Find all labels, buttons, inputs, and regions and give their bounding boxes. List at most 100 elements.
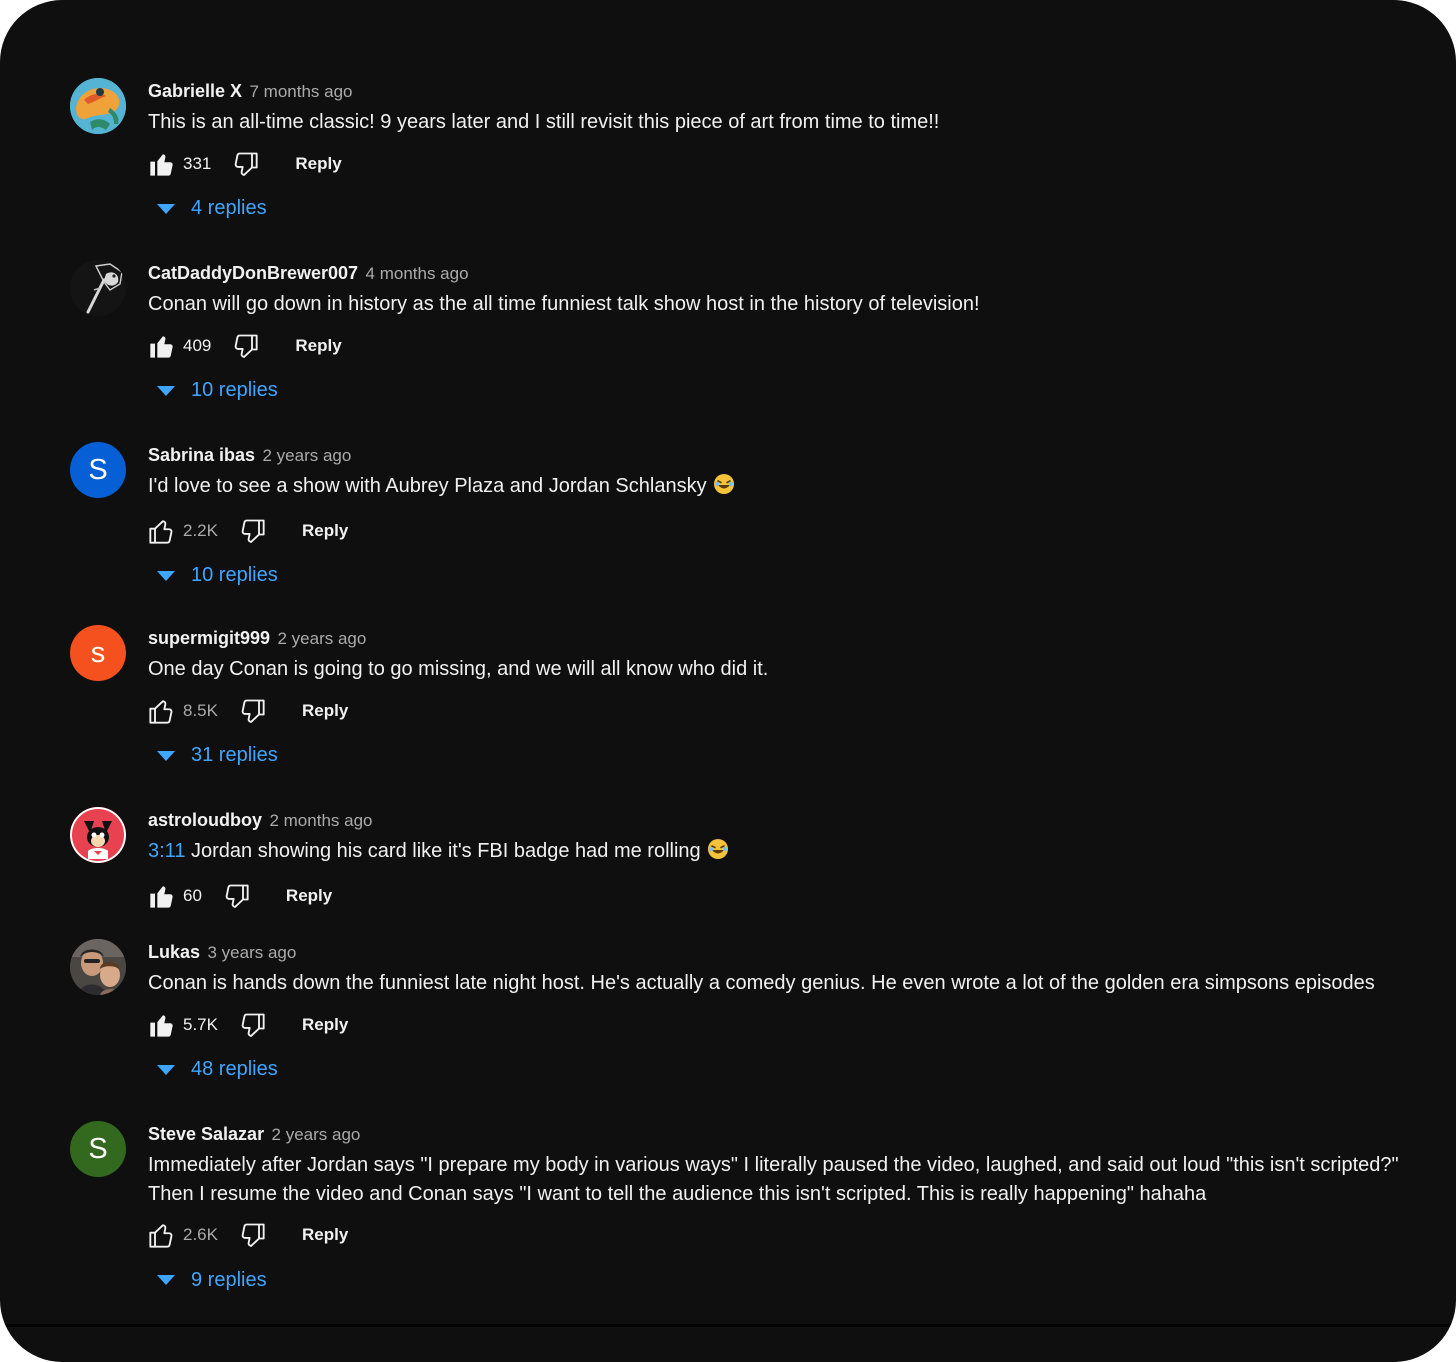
comment-time[interactable]: 4 months ago bbox=[366, 264, 469, 283]
comments-panel: Gabrielle X 7 months ago This is an all-… bbox=[0, 0, 1456, 1362]
frog-avatar-icon bbox=[70, 78, 126, 134]
thumbs-up-icon bbox=[149, 519, 173, 544]
replies-count: 48 replies bbox=[191, 1058, 278, 1080]
thumbs-up-filled-icon bbox=[150, 885, 173, 908]
comment-text: One day Conan is going to go missing, an… bbox=[148, 658, 769, 680]
like-count: 2.2K bbox=[183, 520, 218, 540]
caret-down-icon bbox=[157, 1064, 175, 1075]
dislike-button[interactable] bbox=[222, 882, 250, 910]
avatar[interactable]: S bbox=[70, 1121, 126, 1177]
caret-down-icon bbox=[157, 1275, 175, 1285]
like-button[interactable] bbox=[148, 697, 176, 725]
thumbs-up-filled-icon bbox=[150, 153, 173, 176]
comment-text: Conan will go down in history as the all… bbox=[148, 293, 980, 315]
avatar[interactable] bbox=[70, 78, 126, 134]
like-count: 8.5K bbox=[183, 700, 218, 720]
dislike-button[interactable] bbox=[238, 697, 266, 725]
avatar-letter: s bbox=[90, 636, 106, 669]
dislike-button[interactable] bbox=[231, 150, 259, 178]
reply-button[interactable]: Reply bbox=[302, 701, 348, 721]
comment-time[interactable]: 2 years ago bbox=[278, 629, 367, 648]
like-button[interactable] bbox=[148, 1011, 176, 1039]
dislike-button[interactable] bbox=[238, 517, 266, 545]
thumbs-down-icon bbox=[241, 519, 265, 543]
replies-count: 10 replies bbox=[191, 564, 278, 586]
view-replies-button[interactable]: 10 replies bbox=[148, 376, 1396, 406]
avatar-letter: S bbox=[88, 1132, 108, 1165]
view-replies-button[interactable]: 10 replies bbox=[148, 561, 1396, 591]
comment-text-line: I'd love to see a show with Aubrey Plaza… bbox=[148, 472, 1396, 504]
comment-time[interactable]: 3 years ago bbox=[207, 943, 296, 962]
comment-time[interactable]: 7 months ago bbox=[250, 82, 353, 101]
view-replies-button[interactable]: 4 replies bbox=[148, 194, 1396, 224]
thumbs-up-icon bbox=[149, 699, 173, 724]
caret-down-icon bbox=[157, 203, 175, 214]
like-button[interactable] bbox=[148, 1221, 176, 1249]
comment-author[interactable]: astroloudboy bbox=[148, 810, 262, 830]
comment-time[interactable]: 2 months ago bbox=[269, 811, 372, 830]
laughing-emoji-icon bbox=[713, 473, 735, 504]
avatar[interactable] bbox=[70, 939, 126, 995]
like-button[interactable] bbox=[148, 882, 176, 910]
comment-text: Jordan showing his card like it's FBI ba… bbox=[191, 840, 701, 862]
avatar-letter: S bbox=[88, 453, 108, 486]
dislike-button[interactable] bbox=[238, 1221, 266, 1249]
like-button[interactable] bbox=[148, 150, 176, 178]
dislike-button[interactable] bbox=[238, 1011, 266, 1039]
view-replies-button[interactable]: 31 replies bbox=[148, 741, 1396, 771]
comment-author[interactable]: Gabrielle X bbox=[148, 81, 242, 101]
comment-text-line: Then I resume the video and Conan says "… bbox=[148, 1182, 1207, 1205]
thumbs-up-filled-icon bbox=[150, 1014, 173, 1037]
like-count: 60 bbox=[183, 885, 202, 905]
thumbs-down-icon bbox=[241, 1223, 265, 1247]
comment-text-line: Immediately after Jordan says "I prepare… bbox=[148, 1154, 1399, 1176]
comment-text-line: 3:11 Jordan showing his card like it's F… bbox=[148, 837, 1396, 869]
reply-button[interactable]: Reply bbox=[302, 521, 348, 541]
comment-time[interactable]: 2 years ago bbox=[272, 1125, 361, 1144]
like-count: 5.7K bbox=[183, 1014, 218, 1034]
photo-avatar-icon bbox=[70, 939, 126, 995]
bird-avatar-icon bbox=[70, 260, 126, 316]
reply-button[interactable]: Reply bbox=[302, 1225, 348, 1245]
laughing-emoji-icon bbox=[707, 838, 729, 869]
like-count: 2.6K bbox=[183, 1225, 218, 1244]
thumbs-down-icon bbox=[241, 699, 265, 723]
avatar[interactable]: S bbox=[70, 442, 126, 498]
comment-text: Conan is hands down the funniest late ni… bbox=[148, 972, 1375, 994]
reply-button[interactable]: Reply bbox=[295, 154, 341, 174]
avatar[interactable] bbox=[70, 260, 126, 316]
video-timestamp-link[interactable]: 3:11 bbox=[148, 840, 185, 862]
like-button[interactable] bbox=[148, 332, 176, 360]
thumbs-down-icon bbox=[241, 1013, 265, 1037]
comment-author[interactable]: CatDaddyDonBrewer007 bbox=[148, 263, 358, 283]
like-count: 409 bbox=[183, 335, 212, 355]
thumbs-down-icon bbox=[235, 152, 258, 176]
view-replies-button[interactable]: 9 replies bbox=[148, 1265, 1396, 1295]
thumbs-up-filled-icon bbox=[150, 335, 173, 358]
view-replies-button[interactable]: 48 replies bbox=[148, 1055, 1396, 1085]
thumbs-down-icon bbox=[225, 884, 249, 908]
comment-author[interactable]: supermigit999 bbox=[148, 628, 270, 648]
thumbs-up-icon bbox=[149, 1224, 173, 1248]
comment-author[interactable]: Lukas bbox=[148, 942, 200, 962]
replies-count: 9 replies bbox=[191, 1268, 267, 1291]
caret-down-icon bbox=[157, 750, 175, 761]
avatar[interactable] bbox=[70, 807, 126, 863]
avatar[interactable]: s bbox=[70, 625, 126, 681]
cartoon-avatar-icon bbox=[70, 807, 126, 863]
reply-button[interactable]: Reply bbox=[295, 336, 341, 356]
comment-text: Immediately after Jordan says "I prepare… bbox=[148, 1151, 1399, 1208]
reply-button[interactable]: Reply bbox=[286, 886, 332, 906]
caret-down-icon bbox=[157, 385, 175, 396]
replies-count: 4 replies bbox=[191, 197, 267, 219]
reply-button[interactable]: Reply bbox=[302, 1015, 348, 1035]
comment-author[interactable]: Steve Salazar bbox=[148, 1124, 264, 1144]
thumbs-down-icon bbox=[235, 334, 258, 358]
like-button[interactable] bbox=[148, 517, 176, 545]
comment-author[interactable]: Sabrina ibas bbox=[148, 445, 255, 465]
replies-count: 31 replies bbox=[191, 744, 278, 766]
comment-text: I'd love to see a show with Aubrey Plaza… bbox=[148, 475, 707, 497]
dislike-button[interactable] bbox=[231, 332, 259, 360]
comment-time[interactable]: 2 years ago bbox=[263, 446, 352, 465]
divider bbox=[0, 1324, 1456, 1327]
